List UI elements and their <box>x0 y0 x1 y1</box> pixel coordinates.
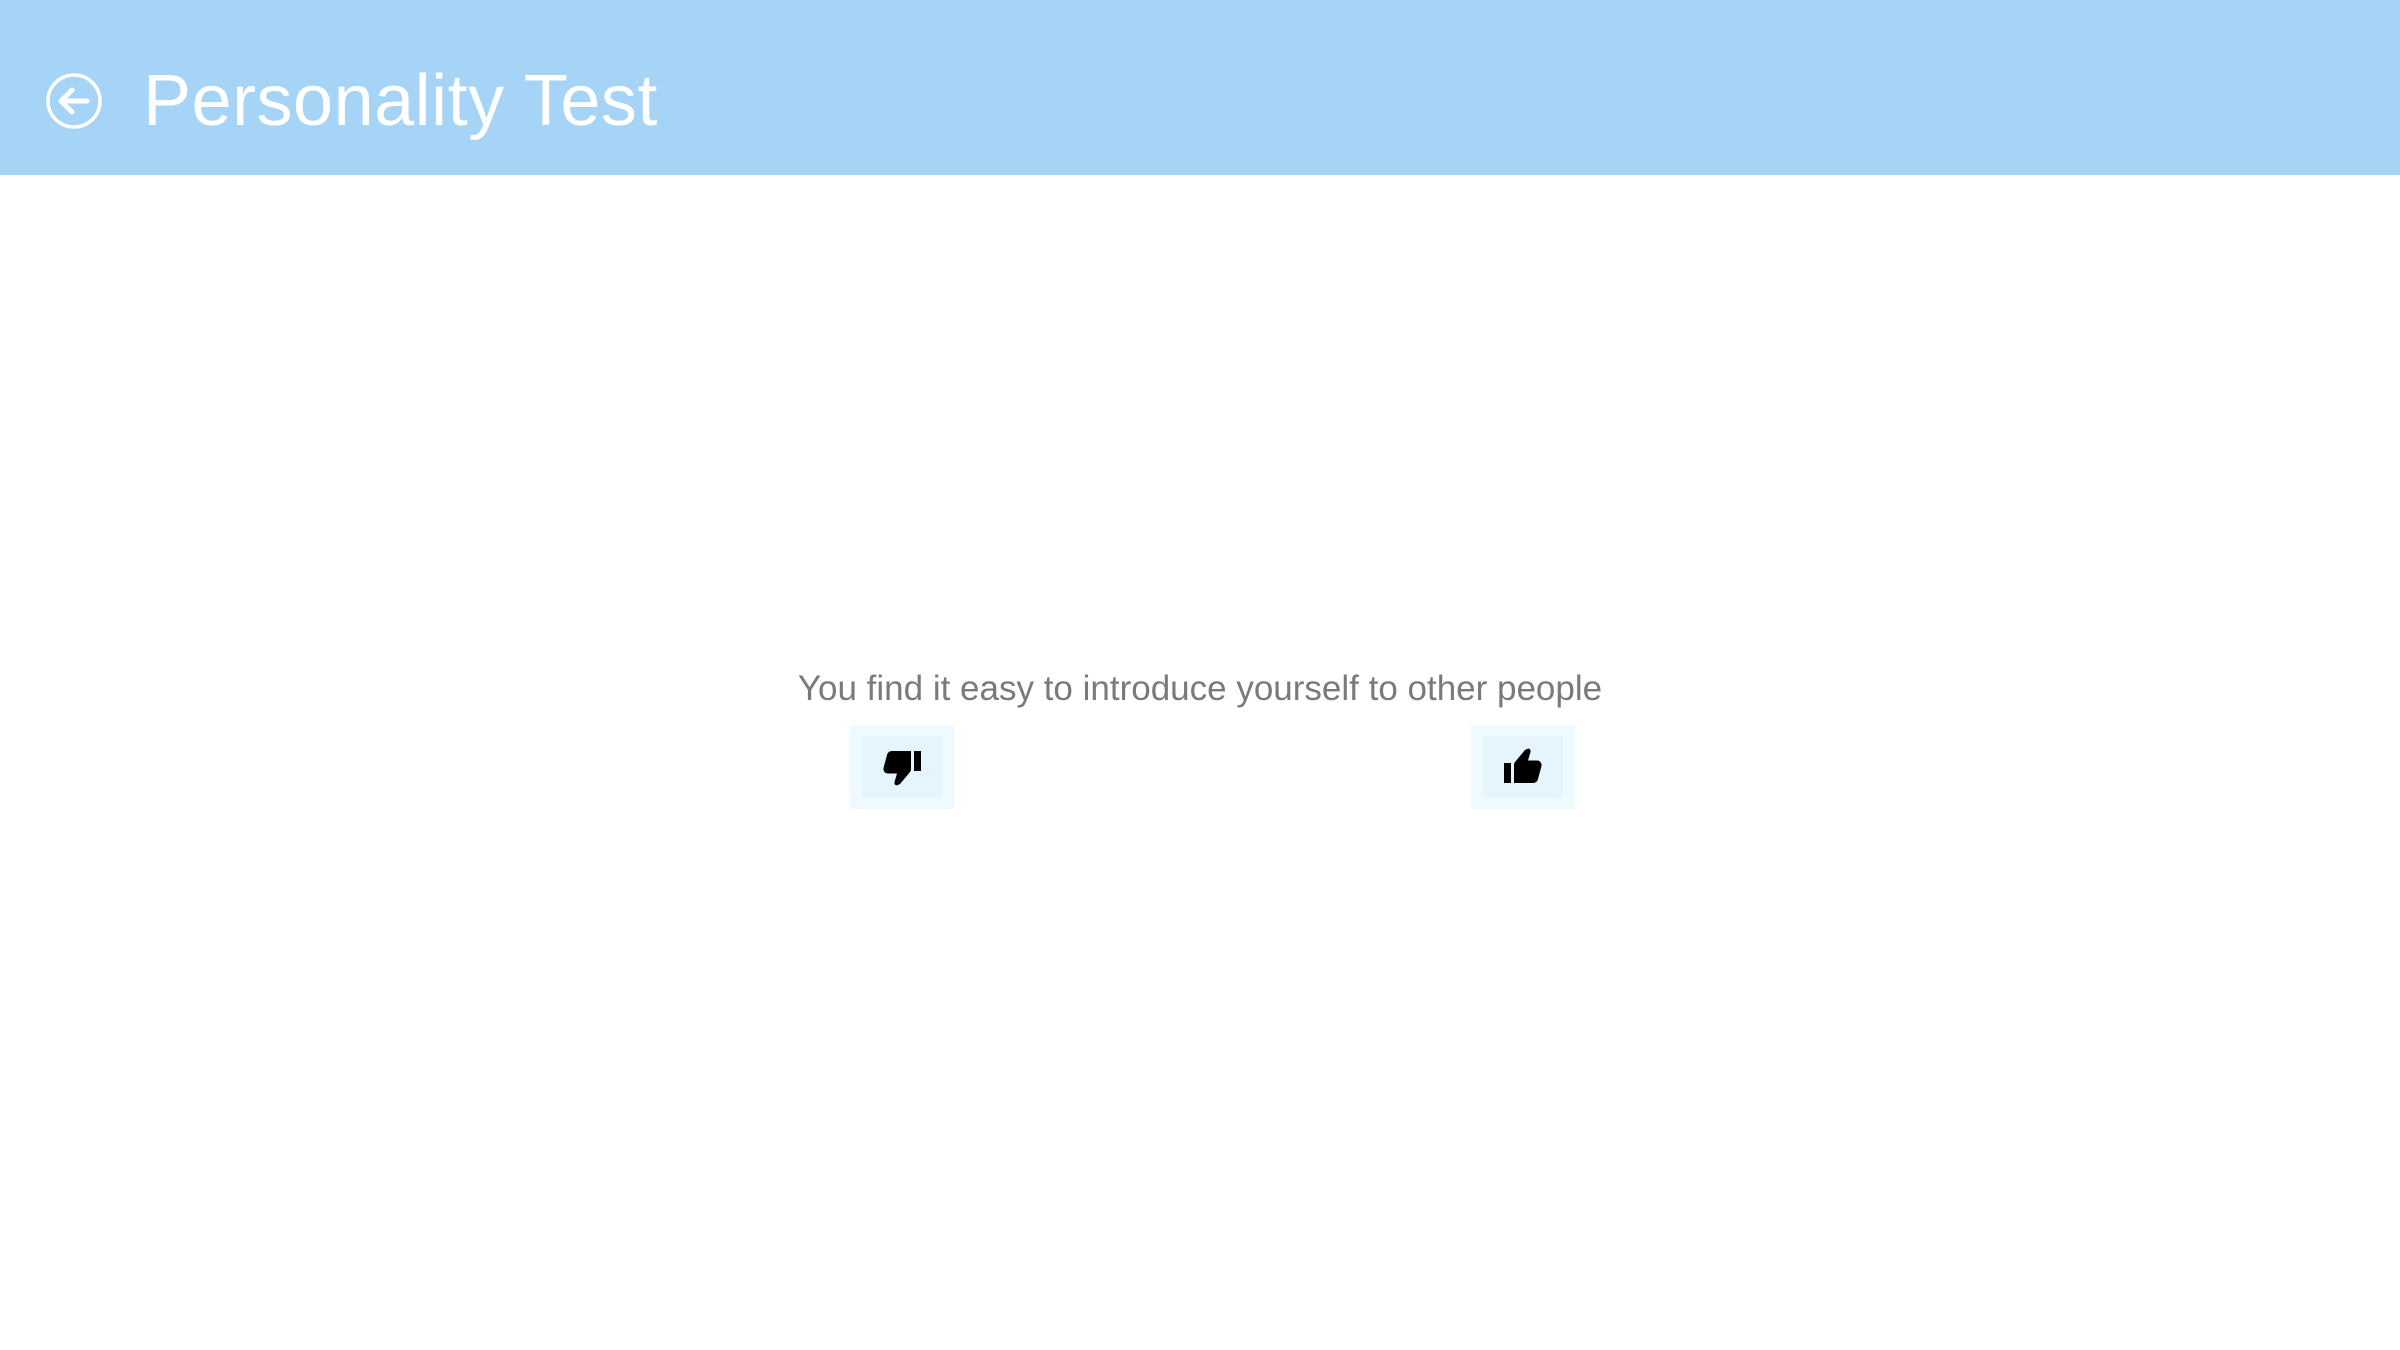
header-bar: Personality Test <box>0 0 2400 175</box>
agree-button[interactable] <box>1471 725 1575 809</box>
thumbs-down-icon <box>883 751 921 786</box>
disagree-button[interactable] <box>850 725 954 809</box>
back-button[interactable] <box>43 70 105 132</box>
question-text: You find it easy to introduce yourself t… <box>797 669 1603 708</box>
disagree-button-face <box>862 736 942 798</box>
back-arrow-circle-icon <box>46 73 102 129</box>
app-window: Personality Test You find it easy to int… <box>0 0 2400 1350</box>
page-title: Personality Test <box>143 61 658 141</box>
thumbs-up-icon <box>1504 748 1542 783</box>
agree-button-face <box>1483 736 1563 798</box>
